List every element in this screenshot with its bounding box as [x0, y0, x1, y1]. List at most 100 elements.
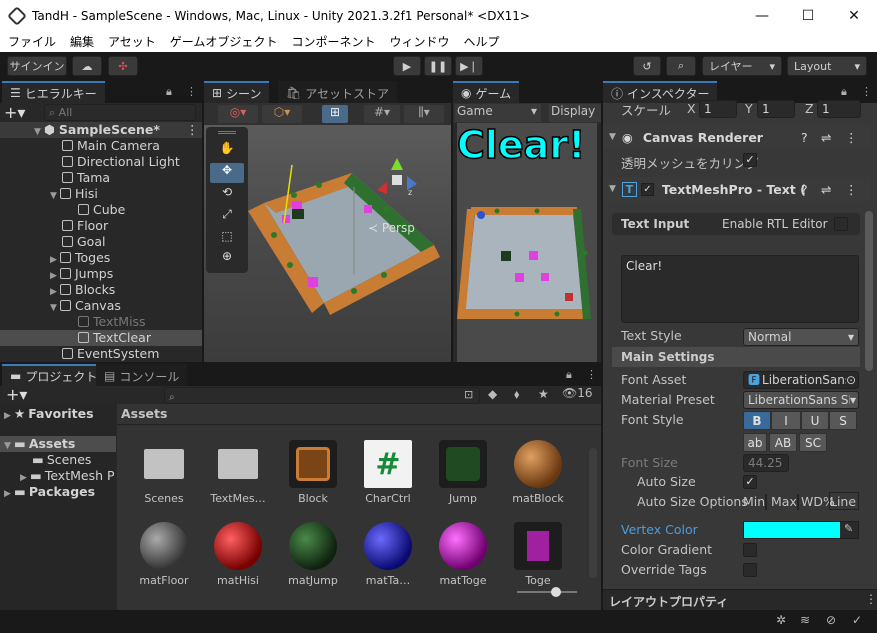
hierarchy-item[interactable]: ▶ Blocks [50, 282, 115, 298]
eyedropper-icon[interactable]: ✎ [844, 522, 853, 535]
rotate-tool-icon[interactable]: ⟲ [210, 185, 244, 205]
canvas-renderer-header[interactable]: ▼ ◉ Canvas Renderer ? ⇌ ⋮ [603, 125, 871, 149]
pivot-icon[interactable]: ⬡▾ [262, 105, 302, 123]
hierarchy-search-input[interactable]: ⌕ All [44, 104, 196, 121]
cloud-icon[interactable]: ☁ [72, 56, 102, 76]
asset-item[interactable]: matTa… [355, 522, 421, 587]
close-button[interactable]: ✕ [831, 0, 877, 31]
menu-file[interactable]: ファイル [8, 33, 56, 50]
asset-item[interactable]: Toge [505, 522, 571, 587]
expand-arrow-icon[interactable]: ▼ [609, 184, 616, 194]
create-asset-button[interactable]: +▾ [6, 385, 27, 404]
material-preset-dropdown[interactable]: LiberationSans SD ▾ [743, 391, 859, 409]
tree-assets[interactable]: ▼ ▬ Assets [0, 436, 116, 452]
add-object-button[interactable]: +▾ [4, 103, 25, 122]
history-icon[interactable]: ↺ [633, 56, 661, 76]
draw-mode-icon[interactable]: ◎▾ [218, 105, 258, 123]
hierarchy-item[interactable]: Tama [62, 170, 110, 186]
hidden-packages-icon[interactable]: 👁︎16 [562, 386, 593, 400]
minimize-button[interactable]: — [739, 0, 785, 31]
rect-tool-icon[interactable]: ⬚ [210, 229, 244, 249]
presets-icon[interactable]: ⇌ [821, 182, 831, 197]
tab-project[interactable]: ▬ プロジェクト [2, 364, 106, 386]
asset-item[interactable]: Scenes [131, 440, 197, 505]
snap-icon[interactable]: #▾ [364, 105, 400, 123]
tab-game[interactable]: ◉ ゲーム [453, 81, 520, 103]
asset-item[interactable]: matBlock [505, 440, 571, 505]
kebab-menu-icon[interactable]: ⋮ [845, 182, 858, 197]
auto-size-checkbox[interactable]: ✓ [743, 475, 757, 489]
kebab-menu-icon[interactable]: ⋮ [186, 85, 197, 98]
font-style-smallcaps-button[interactable]: SC [799, 433, 827, 452]
hierarchy-item[interactable]: Goal [62, 234, 105, 250]
hierarchy-item-selected[interactable]: TextClear [0, 330, 202, 346]
object-picker-icon[interactable]: ⊙ [846, 372, 856, 388]
menu-assets[interactable]: アセット [108, 33, 156, 50]
font-style-lowercase-button[interactable]: ab [743, 433, 767, 452]
textmeshpro-header[interactable]: ▼ T ✓ TextMeshPro - Text ( ? ⇌ ⋮ [603, 177, 871, 201]
display-dropdown[interactable]: Display [549, 104, 601, 122]
project-search-input[interactable]: ⌕ [164, 387, 480, 404]
text-style-dropdown[interactable]: Normal ▾ [743, 328, 859, 346]
asset-grid-scrollbar[interactable] [589, 448, 597, 578]
tree-textmesh[interactable]: ▶ ▬ TextMesh P [20, 468, 115, 484]
hierarchy-item[interactable]: ▶ Toges [50, 250, 110, 266]
grid-snap-icon[interactable]: ⊞ [322, 105, 348, 123]
step-button[interactable]: ▶❘ [455, 56, 483, 76]
play-button[interactable]: ▶ [393, 56, 421, 76]
expand-arrow-icon[interactable]: ▼ [50, 188, 60, 204]
tree-favorites[interactable]: ▶ ★ Favorites [4, 406, 94, 422]
asset-item[interactable]: matHisi [205, 522, 271, 587]
asset-item[interactable]: matFloor [131, 522, 197, 587]
lock-icon[interactable]: 🔒︎ [841, 85, 847, 99]
hand-tool-icon[interactable]: ✋ [210, 141, 244, 161]
font-style-strike-button[interactable]: S [829, 411, 857, 430]
font-style-uppercase-button[interactable]: AB [769, 433, 797, 452]
presets-icon[interactable]: ⇌ [821, 130, 831, 145]
asset-item[interactable]: TextMes… [205, 440, 271, 505]
tab-asset-store[interactable]: 🛍︎ アセットストア [278, 81, 397, 103]
hierarchy-item[interactable]: ▼ Hisi [50, 186, 98, 202]
collab-icon[interactable]: ✣ [108, 56, 138, 76]
scene-viewport[interactable]: z ≺ Persp ✋ ✥ ⟲ ⤢ ⬚ ⊕ [204, 125, 451, 362]
tree-scenes[interactable]: ▬ Scenes [32, 452, 91, 468]
move-tool-icon[interactable]: ✥ [210, 163, 244, 183]
menu-component[interactable]: コンポーネント [291, 33, 375, 50]
scale-x-field[interactable]: 1 [699, 100, 737, 118]
kebab-menu-icon[interactable]: ⋮ [865, 592, 877, 606]
kebab-menu-icon[interactable]: ⋮ [861, 85, 872, 98]
layer-dropdown[interactable]: レイヤー ▾ [702, 56, 782, 76]
max-field-divider[interactable] [797, 494, 799, 510]
font-style-bold-button[interactable]: B [743, 411, 771, 430]
lock-icon[interactable]: 🔒︎ [166, 85, 172, 99]
menu-window[interactable]: ウィンドウ [389, 33, 449, 50]
lock-icon[interactable]: 🔒︎ [566, 368, 572, 382]
scale-y-field[interactable]: 1 [757, 100, 795, 118]
hierarchy-item[interactable]: EventSystem [62, 346, 159, 362]
search-options-icon[interactable]: ⊡ [464, 388, 473, 401]
scale-tool-icon[interactable]: ⤢ [210, 207, 244, 227]
asset-item[interactable]: # CharCtrl [355, 440, 421, 505]
menu-gameobject[interactable]: ゲームオブジェクト [170, 33, 278, 50]
expand-arrow-icon[interactable]: ▶ [4, 486, 14, 502]
layers-icon[interactable]: ≋ [800, 613, 810, 627]
menu-edit[interactable]: 編集 [70, 33, 94, 50]
transform-tool-icon[interactable]: ⊕ [210, 249, 244, 269]
font-style-underline-button[interactable]: U [801, 411, 829, 430]
search-icon[interactable]: ⌕ [666, 56, 696, 76]
tab-hierarchy[interactable]: ☰ ヒエラルキー [2, 81, 105, 103]
hierarchy-item[interactable]: ▶ Jumps [50, 266, 113, 282]
expand-arrow-icon[interactable]: ▼ [50, 300, 60, 316]
maximize-button[interactable]: ☐ [785, 0, 831, 31]
font-style-italic-button[interactable]: I [771, 411, 801, 430]
breadcrumb[interactable]: Assets [121, 406, 167, 421]
asset-item[interactable]: Jump [430, 440, 496, 505]
hierarchy-item-disabled[interactable]: TextMiss [78, 314, 146, 330]
expand-arrow-icon[interactable]: ▼ [609, 132, 616, 142]
drag-handle-icon[interactable] [218, 131, 236, 134]
filter-type-icon[interactable]: ◆ [488, 387, 497, 401]
filter-label-icon[interactable]: ⬧ [514, 387, 519, 402]
menu-help[interactable]: ヘルプ [463, 33, 499, 50]
color-gradient-checkbox[interactable] [743, 543, 757, 557]
expand-arrow-icon[interactable]: ▶ [4, 408, 14, 424]
